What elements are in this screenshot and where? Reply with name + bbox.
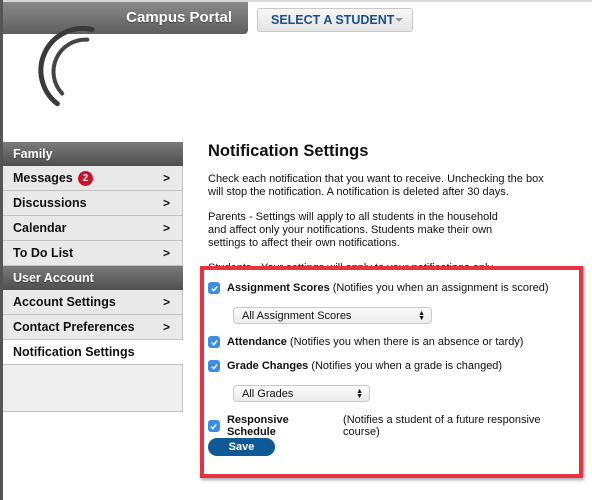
sidebar-item-contact-preferences[interactable]: Contact Preferences > xyxy=(3,315,183,340)
select-value: All Assignment Scores xyxy=(242,309,352,322)
sidebar-section-family: Family xyxy=(3,142,183,166)
checkmark-icon xyxy=(210,339,218,346)
select-arrows-icon: ▲ ▼ xyxy=(418,309,425,322)
notification-options-panel: Assignment Scores (Notifies you when an … xyxy=(200,266,583,478)
chevron-right-icon: > xyxy=(162,320,170,334)
sidebar-item-label: Notification Settings xyxy=(13,345,135,359)
sidebar-item-todo-list[interactable]: To Do List > xyxy=(3,241,183,266)
chevron-right-icon: > xyxy=(162,246,170,260)
select-student-dropdown[interactable]: SELECT A STUDENT xyxy=(257,8,413,32)
chevron-right-icon: > xyxy=(162,196,170,210)
checkmark-icon xyxy=(210,363,218,370)
sidebar-item-account-settings[interactable]: Account Settings > xyxy=(3,290,183,315)
sidebar-empty-area xyxy=(3,365,183,412)
option-name: Grade Changes xyxy=(227,360,309,372)
option-desc: (Notifies a student of a future responsi… xyxy=(343,414,541,438)
chevron-right-icon: > xyxy=(162,221,170,235)
sidebar-item-label: Discussions xyxy=(13,196,87,210)
checkmark-icon xyxy=(210,423,218,430)
campus-logo-icon xyxy=(38,25,95,107)
grade-changes-select[interactable]: All Grades ▲ ▼ xyxy=(233,385,370,402)
checkmark-icon xyxy=(210,285,218,292)
responsive-schedule-checkbox[interactable] xyxy=(208,420,220,432)
sidebar-item-label: Calendar xyxy=(13,221,67,235)
option-grade-changes: Grade Changes (Notifies you when a grade… xyxy=(208,360,502,372)
chevron-right-icon: > xyxy=(162,171,170,185)
select-student-label: SELECT A STUDENT xyxy=(271,13,395,27)
intro-paragraph: Check each notification that you want to… xyxy=(208,173,544,198)
sidebar-item-label: Account Settings xyxy=(13,295,116,309)
option-attendance: Attendance (Notifies you when there is a… xyxy=(208,336,523,348)
option-desc: (Notifies you when there is an absence o… xyxy=(289,336,524,348)
option-responsive-schedule: Responsive Schedule (Notifies a student … xyxy=(208,414,579,438)
parents-paragraph: Parents - Settings will apply to all stu… xyxy=(208,211,498,249)
sidebar-item-label: Contact Preferences xyxy=(13,320,135,334)
sidebar-section-user-account: User Account xyxy=(3,266,183,290)
sidebar-item-messages[interactable]: Messages 2 > xyxy=(3,166,183,191)
option-assignment-scores: Assignment Scores (Notifies you when an … xyxy=(208,282,549,294)
option-name: Responsive Schedule xyxy=(226,414,289,438)
select-arrows-icon: ▲ ▼ xyxy=(356,387,363,400)
option-desc: (Notifies you when a grade is changed) xyxy=(311,360,503,372)
sidebar-item-label: Messages xyxy=(13,171,73,185)
sidebar-item-label: To Do List xyxy=(13,246,74,260)
messages-count-badge: 2 xyxy=(77,170,93,186)
option-desc: (Notifies you when an assignment is scor… xyxy=(332,282,549,294)
sidebar: Family Messages 2 > Discussions > Calend… xyxy=(3,142,183,412)
sidebar-item-calendar[interactable]: Calendar > xyxy=(3,216,183,241)
attendance-checkbox[interactable] xyxy=(208,336,220,348)
app-title: Campus Portal xyxy=(126,9,232,26)
page-title: Notification Settings xyxy=(208,142,369,160)
grade-changes-checkbox[interactable] xyxy=(208,360,220,372)
chevron-right-icon: > xyxy=(162,295,170,309)
chevron-down-icon xyxy=(395,18,403,22)
assignment-scores-select[interactable]: All Assignment Scores ▲ ▼ xyxy=(233,307,432,324)
sidebar-item-notification-settings[interactable]: Notification Settings xyxy=(3,340,183,365)
assignment-scores-checkbox[interactable] xyxy=(208,282,220,294)
sidebar-item-discussions[interactable]: Discussions > xyxy=(3,191,183,216)
option-name: Assignment Scores xyxy=(227,282,330,294)
save-button[interactable]: Save xyxy=(208,438,275,456)
select-value: All Grades xyxy=(242,387,294,400)
option-name: Attendance xyxy=(227,336,287,348)
